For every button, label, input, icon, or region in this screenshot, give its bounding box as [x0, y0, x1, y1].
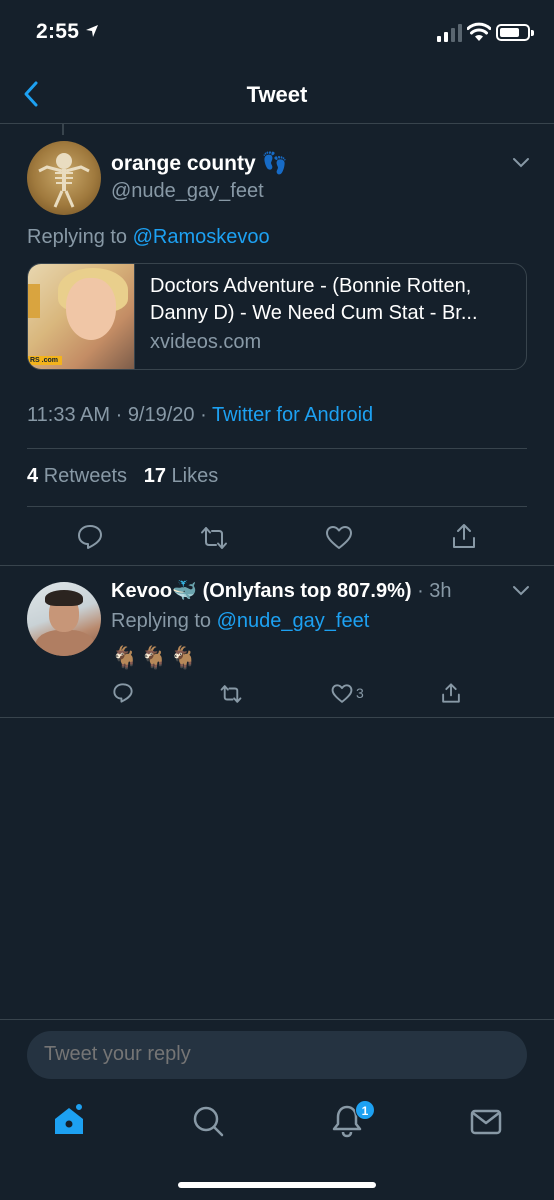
like-icon[interactable]	[325, 524, 353, 552]
card-thumbnail: RS .com	[28, 264, 135, 369]
like-icon[interactable]	[331, 683, 353, 705]
home-unread-dot	[74, 1102, 84, 1112]
replying-prefix: Replying to	[27, 226, 128, 248]
caret-down-icon[interactable]	[512, 585, 530, 597]
reply-compose-input[interactable]	[44, 1043, 309, 1066]
reply-timestamp: · 3h	[417, 580, 452, 602]
reply-compose-box[interactable]	[27, 1031, 527, 1079]
reply-author-avatar[interactable]	[27, 582, 101, 656]
divider	[27, 448, 527, 449]
retweet-icon[interactable]	[220, 683, 242, 705]
reply-replying-to: Replying to @nude_gay_feet	[111, 610, 369, 633]
likes-stat[interactable]: 17 Likes	[144, 465, 219, 487]
replying-handle-link[interactable]: @Ramoskevoo	[133, 226, 270, 248]
thumbnail-badge: RS .com	[28, 356, 62, 365]
reply-author-name[interactable]: Kevoo🐳 (Onlyfans top 807.9%)	[111, 580, 412, 602]
tweet-stats: 4 Retweets 17 Likes	[27, 465, 218, 488]
card-domain: xvideos.com	[150, 331, 262, 353]
share-icon[interactable]	[450, 522, 478, 550]
author-handle[interactable]: @nude_gay_feet	[111, 180, 264, 203]
nav-bar: Tweet	[0, 66, 554, 124]
reply-author-line[interactable]: Kevoo🐳 (Onlyfans top 807.9%) · 3h	[111, 578, 452, 603]
retweet-icon[interactable]	[200, 524, 228, 552]
link-card[interactable]: RS .com Doctors Adventure - (Bonnie Rott…	[27, 263, 527, 370]
author-name[interactable]: orange county 👣	[111, 152, 288, 176]
tweet-source-link[interactable]: Twitter for Android	[212, 404, 373, 426]
divider	[0, 717, 554, 718]
status-time-text: 2:55	[36, 20, 80, 43]
card-title: Doctors Adventure - (Bonnie Rotten, Dann…	[150, 275, 478, 324]
divider	[0, 565, 554, 566]
reply-like-count: 3	[356, 685, 364, 701]
tweet-time: 11:33 AM	[27, 404, 111, 426]
tweet-meta: 11:33 AM · 9/19/20 · Twitter for Android	[27, 404, 374, 426]
caret-down-icon[interactable]	[512, 157, 530, 169]
status-time: 2:55	[36, 20, 99, 44]
reply-icon[interactable]	[76, 523, 104, 551]
divider	[0, 1019, 554, 1020]
replying-to: Replying to @Ramoskevoo	[27, 226, 270, 249]
home-indicator	[178, 1182, 376, 1188]
notifications-badge: 1	[355, 1100, 375, 1120]
reply-icon[interactable]	[112, 682, 134, 704]
reply-text: 🐐🐐🐐	[111, 645, 200, 670]
tweet-date: 9/19/20	[127, 404, 195, 426]
messages-icon[interactable]	[469, 1105, 503, 1139]
reply-replying-prefix: Replying to	[111, 610, 212, 632]
location-arrow-icon	[86, 25, 99, 37]
status-bar: 2:55	[0, 0, 554, 66]
author-avatar[interactable]	[27, 141, 101, 215]
divider	[27, 506, 527, 507]
page-title: Tweet	[246, 82, 308, 107]
search-icon[interactable]	[191, 1104, 225, 1138]
wifi-icon	[467, 22, 491, 41]
share-icon[interactable]	[440, 682, 462, 704]
battery-icon	[496, 24, 534, 41]
reply-replying-handle-link[interactable]: @nude_gay_feet	[217, 610, 370, 632]
retweets-stat[interactable]: 4 Retweets	[27, 465, 127, 487]
thread-line	[62, 124, 64, 135]
cellular-signal-icon	[437, 24, 462, 42]
skeleton-figure-icon	[38, 153, 90, 208]
